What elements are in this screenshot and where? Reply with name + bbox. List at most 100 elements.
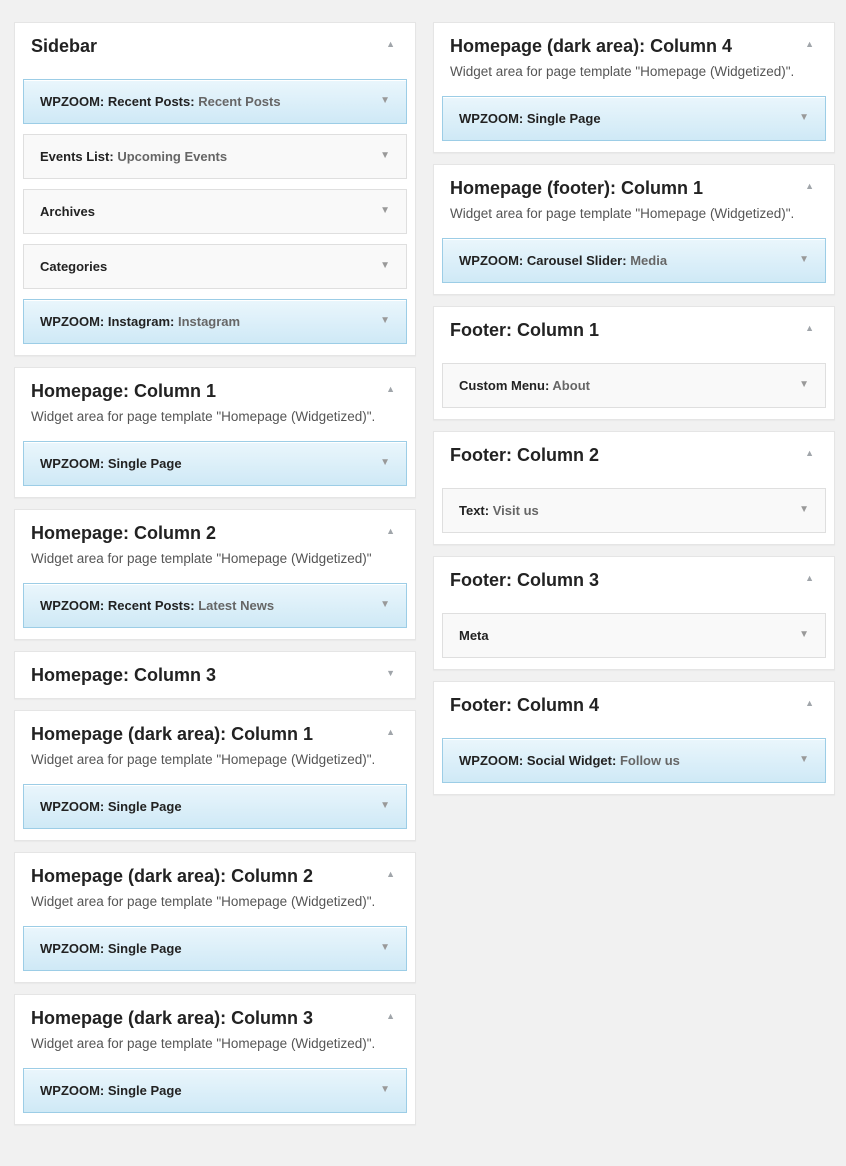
widget-wpzoom-carousel-slider-media[interactable]: WPZOOM: Carousel Slider: Media ▼ bbox=[442, 238, 826, 283]
widget-name: Archives bbox=[40, 204, 95, 219]
widget-area-header[interactable]: Homepage (dark area): Column 4 ▲ bbox=[442, 23, 826, 69]
widget-name: Text: bbox=[459, 503, 490, 518]
triangle-down-icon[interactable]: ▼ bbox=[380, 205, 390, 216]
widget-meta[interactable]: Meta ▼ bbox=[442, 613, 826, 658]
widget-area-homepage-dark-area-column-2: Homepage (dark area): Column 2 ▲ Widget ar… bbox=[14, 852, 416, 983]
triangle-up-icon[interactable]: ▲ bbox=[386, 1011, 395, 1021]
widget-custom-menu-about[interactable]: Custom Menu: About ▼ bbox=[442, 363, 826, 408]
widget-area-header[interactable]: Homepage (dark area): Column 1 ▲ bbox=[23, 711, 407, 757]
widget-title: WPZOOM: Social Widget: Follow us bbox=[459, 753, 680, 768]
widget-area-title: Homepage (footer): Column 1 bbox=[450, 178, 704, 198]
widget-title: WPZOOM: Single Page bbox=[40, 941, 182, 956]
widget-wpzoom-recent-posts-recent-posts[interactable]: WPZOOM: Recent Posts: Recent Posts ▼ bbox=[23, 79, 407, 124]
triangle-up-icon[interactable]: ▲ bbox=[805, 323, 814, 333]
triangle-up-icon[interactable]: ▲ bbox=[386, 727, 395, 737]
widget-wpzoom-single-page[interactable]: WPZOOM: Single Page ▼ bbox=[23, 1068, 407, 1113]
widget-area-title: Homepage (dark area): Column 3 bbox=[31, 1008, 314, 1028]
widget-area-sidebar: Sidebar ▲ WPZOOM: Recent Posts: Recent Pos… bbox=[14, 22, 416, 356]
widget-categories[interactable]: Categories ▼ bbox=[23, 244, 407, 289]
widget-instance-title: Upcoming Events bbox=[117, 149, 228, 164]
widget-name: Meta bbox=[459, 628, 489, 643]
triangle-up-icon[interactable]: ▲ bbox=[386, 869, 395, 879]
widget-instance-title: Follow us bbox=[619, 753, 680, 768]
triangle-down-icon[interactable]: ▼ bbox=[380, 315, 390, 326]
widget-area-header[interactable]: Sidebar ▲ bbox=[23, 23, 407, 69]
widget-wpzoom-single-page[interactable]: WPZOOM: Single Page ▼ bbox=[23, 784, 407, 829]
widget-area-header[interactable]: Footer: Column 3 ▲ bbox=[442, 557, 826, 603]
widget-title: Archives bbox=[40, 204, 95, 219]
widget-area-homepage-column-2: Homepage: Column 2 ▲ Widget area for page … bbox=[14, 509, 416, 640]
widget-area-title: Footer: Column 2 bbox=[450, 445, 599, 465]
widget-name: WPZOOM: Carousel Slider: bbox=[459, 253, 627, 268]
triangle-down-icon[interactable]: ▼ bbox=[799, 629, 809, 640]
triangle-down-icon[interactable]: ▼ bbox=[799, 254, 809, 265]
widget-area-header[interactable]: Footer: Column 1 ▲ bbox=[442, 307, 826, 353]
widget-area-header[interactable]: Homepage: Column 2 ▲ bbox=[23, 510, 407, 556]
widget-instance-title: Media bbox=[630, 253, 668, 268]
triangle-up-icon[interactable]: ▲ bbox=[386, 39, 395, 49]
triangle-up-icon[interactable]: ▲ bbox=[805, 39, 814, 49]
triangle-down-icon[interactable]: ▼ bbox=[380, 457, 390, 468]
widget-area-footer-column-2: Footer: Column 2 ▲ Text: Visit us ▼ bbox=[433, 431, 835, 545]
widget-area-header[interactable]: Homepage (dark area): Column 3 ▲ bbox=[23, 995, 407, 1041]
widget-title: WPZOOM: Recent Posts: Recent Posts bbox=[40, 94, 281, 109]
triangle-down-icon[interactable]: ▼ bbox=[799, 754, 809, 765]
widget-area-homepage-column-3: Homepage: Column 3 ▼ bbox=[14, 651, 416, 699]
widget-events-list-upcoming-events[interactable]: Events List: Upcoming Events ▼ bbox=[23, 134, 407, 179]
widget-area-header[interactable]: Homepage (footer): Column 1 ▲ bbox=[442, 165, 826, 211]
widget-instance-title: Latest News bbox=[198, 598, 275, 613]
widget-area-title: Homepage: Column 2 bbox=[31, 523, 217, 543]
triangle-down-icon[interactable]: ▼ bbox=[380, 1084, 390, 1095]
widget-area-header[interactable]: Footer: Column 2 ▲ bbox=[442, 432, 826, 478]
widget-title: WPZOOM: Single Page bbox=[40, 456, 182, 471]
triangle-up-icon[interactable]: ▲ bbox=[805, 573, 814, 583]
triangle-down-icon[interactable]: ▼ bbox=[799, 379, 809, 390]
triangle-down-icon[interactable]: ▼ bbox=[380, 260, 390, 271]
widget-area-title: Homepage (dark area): Column 4 bbox=[450, 36, 733, 56]
triangle-down-icon[interactable]: ▼ bbox=[380, 150, 390, 161]
widget-title: WPZOOM: Single Page bbox=[40, 799, 182, 814]
widget-area-header[interactable]: Footer: Column 4 ▲ bbox=[442, 682, 826, 728]
widget-wpzoom-recent-posts-latest-news[interactable]: WPZOOM: Recent Posts: Latest News ▼ bbox=[23, 583, 407, 628]
widget-area-title: Homepage (dark area): Column 2 bbox=[31, 866, 314, 886]
widget-instance-title: Visit us bbox=[492, 503, 539, 518]
widget-title: WPZOOM: Single Page bbox=[40, 1083, 182, 1098]
widget-area-header[interactable]: Homepage: Column 1 ▲ bbox=[23, 368, 407, 414]
triangle-down-icon[interactable]: ▼ bbox=[799, 112, 809, 123]
widget-area-title: Footer: Column 3 bbox=[450, 570, 599, 590]
triangle-up-icon[interactable]: ▲ bbox=[805, 448, 814, 458]
widget-area-header[interactable]: Homepage (dark area): Column 2 ▲ bbox=[23, 853, 407, 899]
widget-area-header[interactable]: Homepage: Column 3 ▼ bbox=[23, 652, 407, 698]
triangle-up-icon[interactable]: ▲ bbox=[805, 698, 814, 708]
widget-text-visit-us[interactable]: Text: Visit us ▼ bbox=[442, 488, 826, 533]
widget-area-homepage-dark-area-column-4: Homepage (dark area): Column 4 ▲ Widget ar… bbox=[433, 22, 835, 153]
triangle-down-icon[interactable]: ▼ bbox=[380, 942, 390, 953]
widget-name: WPZOOM: Social Widget: bbox=[459, 753, 617, 768]
widget-name: WPZOOM: Single Page bbox=[40, 1083, 182, 1098]
widget-area-title: Homepage: Column 1 bbox=[31, 381, 217, 401]
widget-area-title: Footer: Column 1 bbox=[450, 320, 599, 340]
triangle-down-icon[interactable]: ▼ bbox=[380, 95, 390, 106]
widget-name: WPZOOM: Recent Posts: bbox=[40, 94, 195, 109]
widget-area-title: Sidebar bbox=[31, 36, 98, 56]
widget-wpzoom-single-page[interactable]: WPZOOM: Single Page ▼ bbox=[442, 96, 826, 141]
widget-wpzoom-single-page[interactable]: WPZOOM: Single Page ▼ bbox=[23, 441, 407, 486]
widget-name: WPZOOM: Single Page bbox=[40, 799, 182, 814]
triangle-up-icon[interactable]: ▲ bbox=[386, 526, 395, 536]
widget-name: Custom Menu: bbox=[459, 378, 550, 393]
triangle-up-icon[interactable]: ▲ bbox=[805, 181, 814, 191]
widget-archives[interactable]: Archives ▼ bbox=[23, 189, 407, 234]
triangle-down-icon[interactable]: ▼ bbox=[380, 599, 390, 610]
widget-wpzoom-social-widget-follow-us[interactable]: WPZOOM: Social Widget: Follow us ▼ bbox=[442, 738, 826, 783]
triangle-down-icon[interactable]: ▼ bbox=[386, 668, 395, 678]
widget-wpzoom-instagram-instagram[interactable]: WPZOOM: Instagram: Instagram ▼ bbox=[23, 299, 407, 344]
widget-title: WPZOOM: Recent Posts: Latest News bbox=[40, 598, 274, 613]
widget-area-title: Homepage: Column 3 bbox=[31, 665, 217, 685]
widget-title: Custom Menu: About bbox=[459, 378, 590, 393]
triangle-down-icon[interactable]: ▼ bbox=[380, 800, 390, 811]
widget-wpzoom-single-page[interactable]: WPZOOM: Single Page ▼ bbox=[23, 926, 407, 971]
widget-title: WPZOOM: Carousel Slider: Media bbox=[459, 253, 667, 268]
widget-areas-left-column: Sidebar ▲ WPZOOM: Recent Posts: Recent Pos… bbox=[14, 22, 416, 1136]
triangle-up-icon[interactable]: ▲ bbox=[386, 384, 395, 394]
triangle-down-icon[interactable]: ▼ bbox=[799, 504, 809, 515]
